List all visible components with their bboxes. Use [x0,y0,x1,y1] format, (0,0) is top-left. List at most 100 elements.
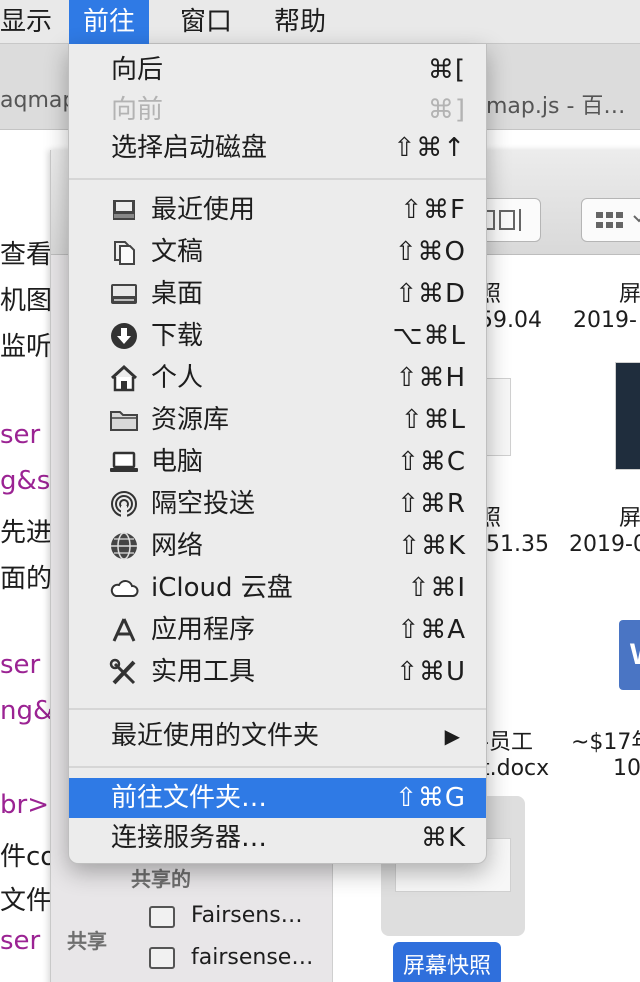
menu-item-startup-disk[interactable]: 选择启动磁盘 ⇧⌘↑ [69,128,486,168]
menu-item-shortcut: ⌥⌘L [392,321,466,351]
code-line: ser [0,650,41,680]
menu-item-connect-to-server[interactable]: 连接服务器… ⌘K [69,818,486,858]
network-globe-icon [111,532,137,560]
menubar-help[interactable]: 帮助 [260,0,340,44]
menu-separator [69,178,486,180]
menu-item-label: 下载 [151,321,204,351]
code-line: 文件 [0,886,53,916]
file-name[interactable]: ~$17年 [571,724,640,756]
home-icon [110,364,138,392]
menu-item-label: 隔空投送 [151,489,256,519]
file-name[interactable]: 屏 [619,500,640,532]
menu-item-label: 个人 [151,363,204,393]
menu-item-recent-folders[interactable]: 最近使用的文件夹 ▶ [69,716,486,756]
menu-item-shortcut: ⇧⌘C [397,447,466,477]
menu-item-label: 选择启动磁盘 [111,133,268,163]
menu-item-label: 向前 [111,95,164,125]
menu-item-shortcut: ⇧⌘G [395,783,466,813]
code-line: 件co [0,842,57,872]
browser-tab-right[interactable]: map.js - 百… [486,88,625,120]
code-line: ser [0,420,41,450]
menu-item-label: 桌面 [151,279,204,309]
desktop-icon [111,284,137,304]
code-line: 监听 [0,332,53,362]
menubar-view[interactable]: 显示 [0,0,66,44]
menu-item-label: 连接服务器… [111,823,268,853]
menu-item-label: 最近使用 [151,195,256,225]
browser-tab-left[interactable]: aqmap [0,88,76,113]
menu-item-label: 网络 [151,531,204,561]
menu-item-documents[interactable]: 文稿 ⇧⌘O [69,232,486,272]
file-name[interactable]: -员工 [481,724,533,756]
code-line: g&s [0,466,51,496]
menu-item-shortcut: ⇧⌘D [395,279,466,309]
sidebar-section-shared: 共享的 [131,867,191,891]
menu-item-label: 最近使用的文件夹 [111,721,320,751]
menu-item-label: 文稿 [151,237,204,267]
menu-item-label: 向后 [111,55,164,85]
submenu-arrow-icon: ▶ [444,724,460,748]
downloads-icon [111,323,137,349]
server-icon [149,906,175,928]
menu-item-back[interactable]: 向后 ⌘[ [69,50,486,90]
file-name[interactable]: 屏 [619,276,640,308]
menu-item-label: 资源库 [151,405,230,435]
menu-item-computer[interactable]: 电脑 ⇧⌘C [69,442,486,482]
code-line: 机图 [0,286,53,316]
applications-icon [112,618,136,642]
menu-separator [69,708,486,710]
menu-item-shortcut: ⇧⌘U [396,657,466,687]
menubar-window[interactable]: 窗口 [166,0,246,44]
code-line: ng& [0,696,54,726]
file-date: 10 [613,756,640,781]
grid-icon [596,212,640,228]
menu-item-applications[interactable]: 应用程序 ⇧⌘A [69,610,486,650]
file-date: 59.04 [479,308,542,333]
menu-item-recents[interactable]: 最近使用 ⇧⌘F [69,190,486,230]
menu-item-desktop[interactable]: 桌面 ⇧⌘D [69,274,486,314]
menu-item-go-to-folder[interactable]: 前往文件夹… ⇧⌘G [69,778,486,818]
menu-item-shortcut: ⇧⌘↑ [393,133,466,163]
menu-item-library[interactable]: 资源库 ⇧⌘L [69,400,486,440]
code-line: 面的 [0,564,53,594]
file-name: t.docx [481,756,550,781]
file-date: .51.35 [479,532,549,557]
code-line: 查看 [0,240,53,270]
menubar-go[interactable]: 前往 [69,0,150,44]
menu-separator [69,766,486,768]
menu-item-shortcut: ⇧⌘H [395,363,466,393]
documents-icon [114,241,135,265]
menu-item-airdrop[interactable]: 隔空投送 ⇧⌘R [69,484,486,524]
utilities-icon [109,658,136,685]
file-thumbnail[interactable] [615,362,640,470]
server-icon [149,947,175,969]
go-menu: 向后 ⌘[ 向前 ⌘] 选择启动磁盘 ⇧⌘↑ 最近使用 ⇧⌘F 文稿 ⇧⌘O 桌… [68,44,487,864]
menu-item-shortcut: ⇧⌘I [407,573,466,603]
menu-item-downloads[interactable]: 下载 ⌥⌘L [69,316,486,356]
menu-item-shortcut: ⌘] [427,95,466,125]
recents-icon [113,200,135,220]
menu-item-shortcut: ⌘[ [427,55,466,85]
menu-item-label: 前往文件夹… [111,783,268,813]
library-folder-icon [110,411,138,431]
menu-item-label: iCloud 云盘 [151,573,293,603]
sidebar-item-server[interactable]: Fairsens… [191,903,303,928]
menu-item-shortcut: ⇧⌘A [397,615,466,645]
word-document-icon[interactable]: W [619,620,640,690]
group-view-button[interactable] [581,198,640,242]
menu-item-forward: 向前 ⌘] [69,90,486,130]
code-line: ser [0,926,41,956]
selected-file-name[interactable]: 屏幕快照 [393,942,502,982]
airdrop-icon [111,491,137,518]
sidebar-item-server[interactable]: fairsense… [191,945,313,970]
menu-item-home[interactable]: 个人 ⇧⌘H [69,358,486,398]
file-date: 2019- [573,308,637,333]
menu-item-shortcut: ⇧⌘K [398,531,466,561]
menu-item-label: 实用工具 [151,657,256,687]
menu-item-icloud-drive[interactable]: iCloud 云盘 ⇧⌘I [69,568,486,608]
menu-item-shortcut: ⇧⌘O [394,237,466,267]
code-line: 先进 [0,518,53,548]
menu-item-label: 电脑 [151,447,204,477]
menu-item-network[interactable]: 网络 ⇧⌘K [69,526,486,566]
menu-item-utilities[interactable]: 实用工具 ⇧⌘U [69,652,486,692]
